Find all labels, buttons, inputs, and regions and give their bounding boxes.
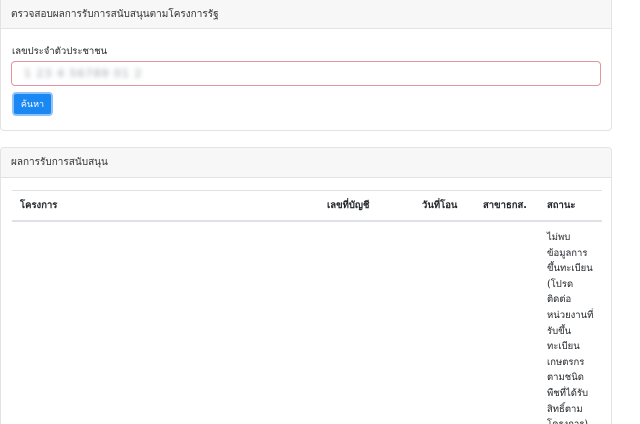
column-baac-branch: สาขาธกส. — [483, 200, 527, 211]
results-card: ผลการรับการสนับสนุน โครงการ เลขที่บัญชี … — [0, 147, 612, 424]
results-card-header: ผลการรับการสนับสนุน — [1, 148, 611, 178]
column-status: สถานะ — [547, 200, 576, 211]
id-number-input[interactable]: 1 23 4 56789 01 2 — [11, 61, 601, 86]
cell-account-number — [319, 230, 414, 424]
column-account-number: เลขที่บัญชี — [327, 200, 370, 211]
lookup-card: ตรวจสอบผลการรับการสนับสนุนตามโครงการรัฐ … — [0, 0, 612, 131]
id-number-label: เลขประจำตัวประชาชน — [12, 46, 108, 57]
search-button[interactable]: ค้นหา — [12, 92, 53, 116]
lookup-card-header: ตรวจสอบผลการรับการสนับสนุนตามโครงการรัฐ — [1, 0, 611, 29]
table-row: ไม่พบ ข้อมูลการ ขึ้นทะเบียน (โปรด ติดต่อ… — [12, 222, 602, 424]
cell-project — [12, 230, 319, 424]
table-header-row: โครงการ เลขที่บัญชี วันที่โอน สาขาธกส. ส… — [12, 190, 602, 222]
cell-branch — [475, 230, 539, 424]
column-transfer-date: วันที่โอน — [422, 200, 458, 211]
results-table: โครงการ เลขที่บัญชี วันที่โอน สาขาธกส. ส… — [12, 190, 602, 424]
id-number-value: 1 23 4 56789 01 2 — [24, 67, 143, 80]
column-project: โครงการ — [20, 200, 58, 211]
cell-transfer-date — [414, 230, 475, 424]
cell-status: ไม่พบ ข้อมูลการ ขึ้นทะเบียน (โปรด ติดต่อ… — [547, 232, 594, 424]
